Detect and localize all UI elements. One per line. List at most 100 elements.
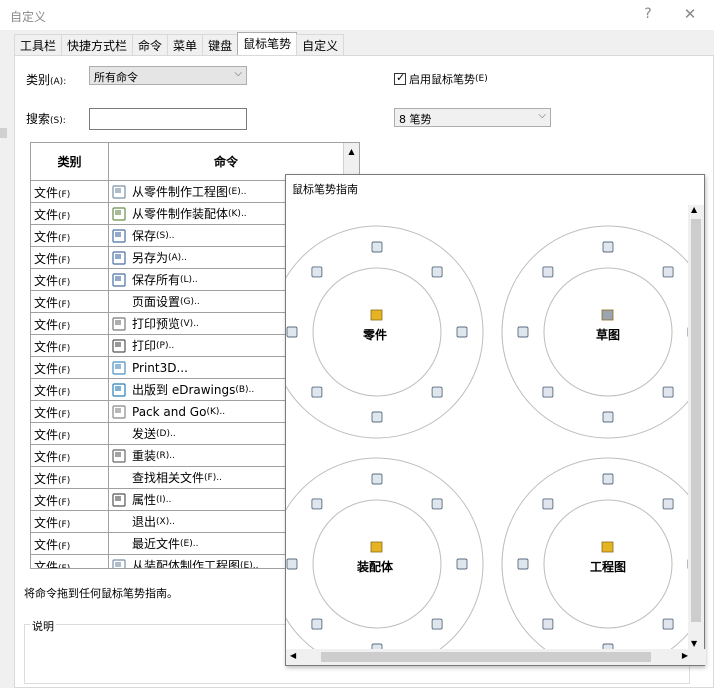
wheel-center-icon — [601, 541, 614, 553]
save-icon — [112, 228, 126, 243]
drag-hint: 将命令拖到任何鼠标笔势指南。 — [24, 587, 178, 600]
scroll-thumb[interactable] — [691, 219, 701, 622]
category-label: 类别(A): — [26, 73, 67, 87]
tab-toolbars[interactable]: 工具栏 — [14, 34, 63, 55]
gesture-slot-icon[interactable] — [456, 558, 468, 570]
column-header-category[interactable]: 类别 — [31, 143, 109, 180]
gesture-slot-icon[interactable] — [311, 386, 323, 398]
category-cell: 文件(F) — [31, 489, 109, 510]
category-cell: 文件(F) — [31, 269, 109, 290]
category-cell: 文件(F) — [31, 379, 109, 400]
save-all-icon — [112, 272, 126, 287]
gesture-slot-icon[interactable] — [431, 266, 443, 278]
gesture-count-select[interactable]: 8 笔势 ⌵ — [394, 108, 551, 127]
chevron-down-icon: ⌵ — [234, 68, 242, 79]
wheel-sketch — [501, 225, 688, 439]
gesture-slot-icon[interactable] — [431, 386, 443, 398]
gesture-slot-icon[interactable] — [542, 498, 554, 510]
category-cell: 文件(F) — [31, 181, 109, 202]
search-input[interactable] — [89, 108, 247, 130]
category-cell: 文件(F) — [31, 203, 109, 224]
assembly-icon — [112, 206, 126, 221]
gesture-slot-icon[interactable] — [456, 326, 468, 338]
wheel-label-assembly: 装配体 — [357, 560, 394, 574]
tab-shortcut-bars[interactable]: 快捷方式栏 — [61, 34, 134, 55]
title-bar: 自定义 ? ✕ — [0, 0, 714, 30]
category-cell: 文件(F) — [31, 313, 109, 334]
wheel-center-icon — [601, 309, 614, 321]
tab-commands[interactable]: 命令 — [132, 34, 169, 55]
gesture-slot-icon[interactable] — [311, 498, 323, 510]
wheel-center-icon — [370, 309, 383, 321]
gesture-slot-icon[interactable] — [602, 473, 614, 485]
gesture-slot-icon[interactable] — [542, 618, 554, 630]
gesture-slot-icon[interactable] — [662, 498, 674, 510]
category-select[interactable]: 所有命令 ⌵ — [89, 66, 247, 85]
scroll-down-icon[interactable]: ▼ — [691, 639, 697, 648]
gesture-slot-icon[interactable] — [371, 241, 383, 253]
gesture-slot-icon[interactable] — [371, 411, 383, 423]
category-cell: 文件(F) — [31, 291, 109, 312]
wheel-assembly — [286, 457, 484, 650]
gesture-slot-icon[interactable] — [371, 473, 383, 485]
gesture-slot-icon[interactable] — [662, 386, 674, 398]
gesture-slot-icon[interactable] — [286, 558, 298, 570]
drawing-icon — [112, 184, 126, 199]
category-cell: 文件(F) — [31, 555, 109, 568]
tab-menus[interactable]: 菜单 — [167, 34, 204, 55]
gesture-wheels — [286, 225, 688, 650]
pack-and-go-icon — [112, 404, 126, 419]
category-cell: 文件(F) — [31, 445, 109, 466]
gesture-slot-icon[interactable] — [602, 241, 614, 253]
gesture-slot-icon[interactable] — [311, 266, 323, 278]
gesture-slot-icon[interactable] — [311, 618, 323, 630]
wheel-label-part: 零件 — [363, 328, 388, 342]
category-cell: 文件(F) — [31, 511, 109, 532]
category-cell: 文件(F) — [31, 533, 109, 554]
gesture-guide-vscrollbar[interactable]: ▲ ▼ — [688, 205, 704, 650]
wheel-center-icon — [370, 541, 383, 553]
gesture-slot-icon[interactable] — [662, 618, 674, 630]
print-preview-icon — [112, 316, 126, 331]
gesture-guide-hscrollbar[interactable]: ◀ ▶ — [286, 649, 706, 665]
gesture-slot-icon[interactable] — [431, 498, 443, 510]
gesture-slot-icon[interactable] — [517, 558, 529, 570]
chevron-down-icon: ⌵ — [538, 110, 546, 121]
enable-gestures-checkbox[interactable]: 启用鼠标笔势(E) — [394, 71, 488, 87]
gesture-slot-icon[interactable] — [431, 618, 443, 630]
gesture-slot-icon[interactable] — [542, 266, 554, 278]
scroll-thumb[interactable] — [321, 652, 651, 662]
print-icon — [112, 338, 126, 353]
wheel-drawing — [501, 457, 688, 650]
gesture-slot-icon[interactable] — [286, 326, 298, 338]
reload-icon — [112, 448, 126, 463]
category-cell: 文件(F) — [31, 247, 109, 268]
close-button[interactable]: ✕ — [678, 4, 702, 24]
wheel-label-sketch: 草图 — [596, 328, 621, 342]
gesture-slot-icon[interactable] — [517, 326, 529, 338]
scroll-right-icon[interactable]: ▶ — [682, 651, 688, 660]
tab-mouse-gestures[interactable]: 鼠标笔势 — [237, 32, 298, 55]
checkbox-checked-icon[interactable] — [394, 71, 406, 85]
edrawings-icon — [112, 382, 126, 397]
tab-keyboard[interactable]: 键盘 — [202, 34, 239, 55]
drawing-icon — [112, 558, 126, 568]
print3d-icon — [112, 360, 126, 375]
gesture-guide-title: 鼠标笔势指南 — [292, 183, 358, 196]
help-button[interactable]: ? — [636, 4, 660, 24]
tab-strip: 工具栏 快捷方式栏 命令 菜单 键盘 鼠标笔势 自定义 — [14, 32, 345, 56]
properties-icon — [112, 492, 126, 507]
search-label: 搜索(S): — [26, 112, 66, 126]
category-cell: 文件(F) — [31, 335, 109, 356]
scroll-up-icon[interactable]: ▲ — [691, 205, 697, 214]
tab-customization[interactable]: 自定义 — [296, 34, 345, 55]
description-label: 说明 — [30, 618, 56, 634]
category-cell: 文件(F) — [31, 225, 109, 246]
gesture-slot-icon[interactable] — [542, 386, 554, 398]
category-cell: 文件(F) — [31, 401, 109, 422]
scroll-left-icon[interactable]: ◀ — [290, 651, 296, 660]
gesture-guide-panel: 鼠标笔势指南 零件 草图 装配体 工程图 ▲ ▼ ◀ ▶ — [285, 174, 706, 666]
gesture-slot-icon[interactable] — [662, 266, 674, 278]
gesture-slot-icon[interactable] — [602, 411, 614, 423]
window-title: 自定义 — [10, 10, 47, 24]
